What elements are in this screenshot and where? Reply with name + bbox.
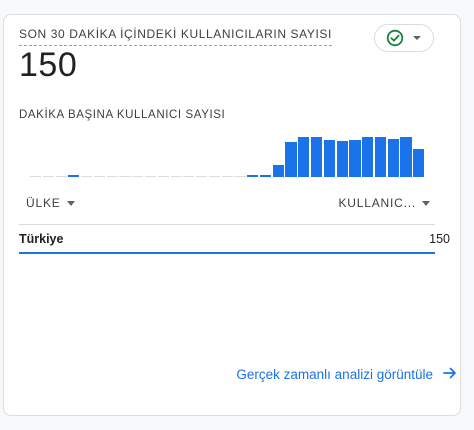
chart-bar bbox=[170, 176, 182, 177]
chart-bar bbox=[234, 176, 246, 177]
chart-bar bbox=[119, 176, 131, 177]
card-title[interactable]: SON 30 DAKİKA İÇİNDEKİ KULLANICILARIN SA… bbox=[19, 27, 332, 46]
chart-bar bbox=[387, 138, 399, 177]
chart-bar bbox=[311, 137, 323, 177]
sort-caret-icon bbox=[66, 200, 75, 206]
chart-bar bbox=[413, 149, 425, 177]
status-dropdown-button[interactable] bbox=[374, 24, 434, 52]
chart-bar bbox=[374, 137, 387, 177]
table-row-country: Türkiye bbox=[19, 232, 64, 246]
chart-bar bbox=[336, 140, 348, 177]
chart-bar bbox=[30, 176, 42, 177]
check-circle-icon bbox=[386, 29, 404, 47]
column-header-country-label: ÜLKE bbox=[26, 196, 61, 210]
sort-caret-icon bbox=[422, 200, 430, 206]
chart-bar bbox=[208, 176, 220, 177]
table-row-share-fill bbox=[19, 252, 435, 254]
chart-bar bbox=[221, 176, 233, 177]
chevron-down-icon bbox=[412, 33, 422, 43]
chart-bar bbox=[362, 137, 374, 177]
chart-bar bbox=[157, 176, 169, 177]
chart-bar bbox=[93, 176, 106, 177]
chart-title: DAKİKA BAŞINA KULLANICI SAYISI bbox=[19, 109, 226, 121]
chart-bar bbox=[285, 142, 297, 177]
arrow-right-icon bbox=[443, 366, 457, 383]
view-realtime-link[interactable]: Gerçek zamanlı analizi görüntüle bbox=[236, 366, 457, 383]
table-row-users: 150 bbox=[429, 232, 450, 246]
chart-bar bbox=[68, 175, 80, 177]
table-header-divider bbox=[19, 224, 435, 225]
chart-bar bbox=[323, 139, 335, 177]
chart-bar bbox=[298, 137, 310, 177]
chart-bar bbox=[42, 176, 54, 177]
chart-bar bbox=[272, 165, 284, 177]
column-header-country[interactable]: ÜLKE bbox=[26, 196, 75, 210]
view-realtime-link-label: Gerçek zamanlı analizi görüntüle bbox=[236, 367, 433, 382]
chart-bar bbox=[81, 176, 93, 177]
chart-bar bbox=[259, 175, 272, 177]
column-header-users-label: KULLANIC... bbox=[338, 196, 416, 210]
chart-bar bbox=[183, 176, 195, 177]
chart-bar bbox=[55, 176, 67, 177]
users-per-minute-chart bbox=[30, 137, 426, 177]
chart-bar bbox=[144, 176, 157, 177]
chart-bar bbox=[349, 139, 361, 177]
chart-bar bbox=[196, 176, 208, 177]
total-users-value: 150 bbox=[19, 46, 78, 84]
chart-bar bbox=[247, 175, 259, 177]
column-header-users[interactable]: KULLANIC... bbox=[338, 196, 430, 210]
chart-bar bbox=[132, 176, 144, 177]
table-row-share-bar bbox=[19, 252, 435, 254]
chart-bar bbox=[106, 176, 118, 177]
chart-bar bbox=[400, 137, 412, 177]
